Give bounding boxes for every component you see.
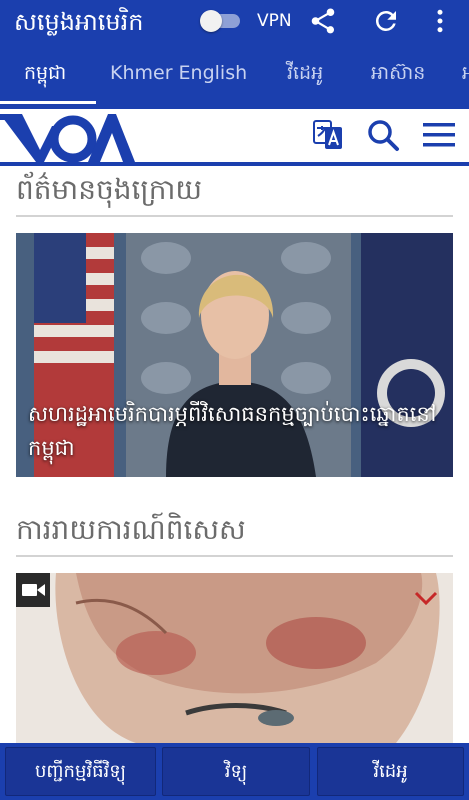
translate-icon[interactable]	[311, 118, 345, 152]
voa-header	[0, 104, 469, 166]
special-report-photo	[16, 573, 453, 743]
tab-video[interactable]: វីដេអូ	[287, 46, 323, 104]
section-divider	[16, 215, 453, 217]
tab-more[interactable]: អ	[462, 46, 469, 104]
special-report-card[interactable]	[16, 573, 453, 743]
refresh-icon[interactable]	[371, 6, 401, 36]
news-card-caption: សហរដ្ឋអាមេរិកបារម្ភពីវិសោធនកម្មច្បាប់បោះ…	[28, 402, 437, 460]
section-divider	[16, 555, 453, 557]
section-title-special-report: ការរាយការណ៍ពិសេស	[16, 513, 246, 546]
search-icon[interactable]	[366, 118, 400, 152]
vpn-label: VPN	[257, 11, 292, 31]
section-title-latest-news: ព័ត៌មានចុងក្រោយ	[16, 173, 203, 206]
category-tabs: កម្ពុជា Khmer English វីដេអូ អាស៊ាន អ	[0, 46, 469, 104]
videocam-icon	[16, 573, 50, 607]
news-card-latest[interactable]: សហរដ្ឋអាមេរិកបារម្ភពីវិសោធនកម្មច្បាប់បោះ…	[16, 233, 453, 477]
tab-cambodia[interactable]: កម្ពុជា	[24, 46, 66, 104]
radio-schedule-button[interactable]: បញ្ជីកម្មវិធីវិទ្យុ	[5, 747, 156, 796]
radio-button[interactable]: វិទ្យុ	[162, 747, 310, 796]
tab-asean[interactable]: អាស៊ាន	[371, 46, 425, 104]
bottom-navigation: បញ្ជីកម្មវិធីវិទ្យុ វិទ្យុ វីដេអូ	[0, 743, 469, 800]
app-title: សម្លេងអាមេរិក	[14, 8, 144, 36]
voa-logo[interactable]	[0, 109, 135, 163]
more-vert-icon[interactable]	[425, 6, 455, 36]
vpn-toggle[interactable]	[200, 10, 242, 32]
share-icon[interactable]	[308, 6, 338, 36]
app-bar: សម្លេងអាមេរិក VPN	[0, 0, 469, 46]
video-button[interactable]: វីដេអូ	[317, 747, 464, 796]
tab-khmer-english[interactable]: Khmer English	[110, 46, 247, 104]
hamburger-menu-icon[interactable]	[422, 118, 456, 152]
vpn-toggle-thumb	[200, 10, 222, 32]
